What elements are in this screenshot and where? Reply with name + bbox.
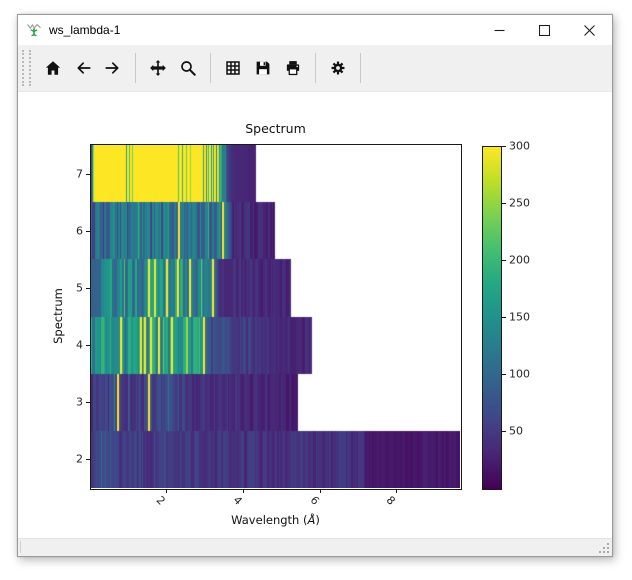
axes-border xyxy=(90,144,462,490)
toolbar-back-button[interactable] xyxy=(70,54,96,82)
colorbar-tick-mark xyxy=(502,431,506,432)
title-bar[interactable]: ws_lambda-1 xyxy=(18,15,612,45)
pan-icon xyxy=(149,59,167,77)
plot-toolbar xyxy=(18,45,612,92)
toolbar-home-button[interactable] xyxy=(40,54,66,82)
resize-grip-icon[interactable] xyxy=(599,543,609,553)
y-tick-label: 2 xyxy=(63,453,83,466)
toolbar-separator xyxy=(135,53,136,83)
toolbar-separator xyxy=(315,53,316,83)
forward-icon xyxy=(104,59,122,77)
y-tick-label: 7 xyxy=(63,167,83,180)
mantid-logo-icon xyxy=(26,22,42,38)
x-axis-label: Wavelength (Å) xyxy=(91,513,460,527)
toolbar-grid-button[interactable] xyxy=(220,54,246,82)
toolbar-forward-button[interactable] xyxy=(100,54,126,82)
colorbar-tick-mark xyxy=(502,374,506,375)
y-tick-mark xyxy=(86,174,90,175)
toolbar-pan-button[interactable] xyxy=(145,54,171,82)
plot-title: Spectrum xyxy=(91,121,460,136)
toolbar-customize-button[interactable] xyxy=(325,54,351,82)
colorbar-tick-label: 200 xyxy=(509,254,530,267)
y-tick-label: 6 xyxy=(63,224,83,237)
x-tick-mark xyxy=(166,489,167,493)
save-icon xyxy=(254,59,272,77)
y-tick-mark xyxy=(86,459,90,460)
x-tick-label: 8 xyxy=(384,494,398,508)
colorbar-tick-label: 250 xyxy=(509,197,530,210)
toolbar-separator xyxy=(210,53,211,83)
plot-window: ws_lambda-1 Spectrum 7 6 5 4 3 2 2 4 6 8 Wavelen… xyxy=(17,14,613,557)
window-title: ws_lambda-1 xyxy=(49,23,120,37)
statusbar-separator xyxy=(20,541,21,553)
toolbar-zoom-to-rect-button[interactable] xyxy=(175,54,201,82)
minimize-icon xyxy=(494,25,505,36)
y-tick-mark xyxy=(86,288,90,289)
x-tick-label: 6 xyxy=(307,494,321,508)
colorbar-tick-label: 100 xyxy=(509,368,530,381)
colorbar xyxy=(482,146,502,490)
toolbar-separator xyxy=(360,53,361,83)
print-icon xyxy=(284,59,302,77)
x-tick-mark xyxy=(320,489,321,493)
close-icon xyxy=(584,25,595,36)
colorbar-tick-mark xyxy=(502,260,506,261)
x-tick-label: 4 xyxy=(231,494,245,508)
toolbar-save-button[interactable] xyxy=(250,54,276,82)
figure-canvas: Spectrum 7 6 5 4 3 2 2 4 6 8 Wavelength (Å) Spec… xyxy=(18,92,612,538)
y-tick-label: 5 xyxy=(63,281,83,294)
maximize-button[interactable] xyxy=(522,15,567,45)
zoom-to-rect-icon xyxy=(179,59,197,77)
close-button[interactable] xyxy=(567,15,612,45)
y-tick-mark xyxy=(86,231,90,232)
toolbar-print-button[interactable] xyxy=(280,54,306,82)
colorbar-tick-label: 150 xyxy=(509,311,530,324)
status-bar xyxy=(18,538,612,556)
back-icon xyxy=(74,59,92,77)
colorbar-tick-label: 50 xyxy=(509,425,523,438)
maximize-icon xyxy=(539,25,550,36)
colorbar-tick-mark xyxy=(502,203,506,204)
customize-icon xyxy=(329,59,347,77)
colorbar-tick-mark xyxy=(502,317,506,318)
y-axis-label: Spectrum xyxy=(51,288,65,344)
x-tick-mark xyxy=(243,489,244,493)
colorbar-tick-label: 300 xyxy=(509,140,530,153)
y-tick-mark xyxy=(86,345,90,346)
colorbar-tick-mark xyxy=(502,146,506,147)
y-tick-mark xyxy=(86,402,90,403)
y-tick-label: 3 xyxy=(63,396,83,409)
toolbar-drag-handle[interactable] xyxy=(22,50,31,86)
window-controls xyxy=(477,15,612,45)
x-tick-label: 2 xyxy=(154,494,168,508)
x-tick-mark xyxy=(396,489,397,493)
minimize-button[interactable] xyxy=(477,15,522,45)
home-icon xyxy=(44,59,62,77)
grid-icon xyxy=(224,59,242,77)
y-tick-label: 4 xyxy=(63,339,83,352)
